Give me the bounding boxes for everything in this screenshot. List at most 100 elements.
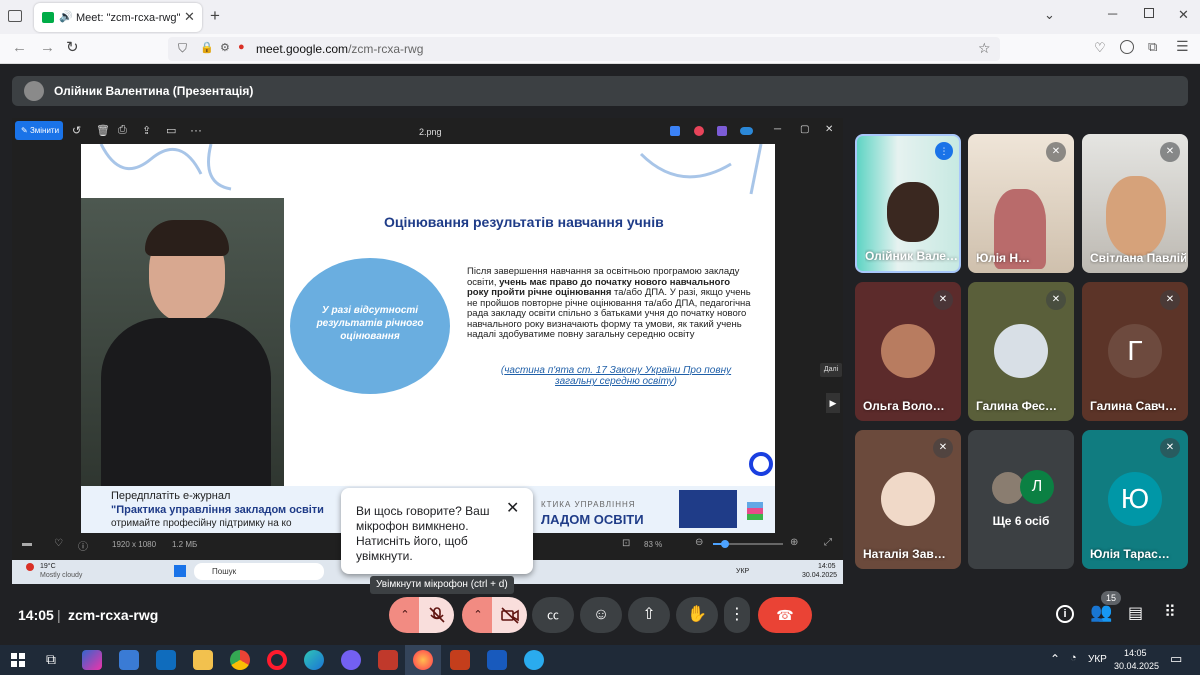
banner-right-2: ЛАДОМ ОСВІТИ (541, 512, 644, 527)
menu-icon[interactable]: ☰ (1176, 38, 1189, 55)
mic-toggle-button[interactable] (419, 597, 454, 633)
zoom-level[interactable]: 83 % (644, 540, 662, 549)
next-slide-button[interactable]: ▶ (826, 393, 840, 413)
fullscreen-icon[interactable]: ⤢ (824, 537, 832, 548)
app-icon-3[interactable] (717, 126, 727, 136)
browser-tab[interactable]: 🔊 Meet: "zcm-rcxa-rwg" ✕ (34, 3, 202, 32)
zoom-slider-thumb[interactable] (721, 540, 729, 548)
more-icon[interactable]: ··· (190, 123, 202, 137)
meeting-details-icon[interactable]: i (1056, 605, 1074, 623)
bookmark-star-icon[interactable]: ☆ (978, 40, 991, 57)
info-icon[interactable]: ⓘ (78, 538, 88, 553)
minimize-icon[interactable]: ─ (1108, 6, 1117, 21)
filmstrip-icon[interactable]: ▬ (22, 538, 32, 549)
lock-icon[interactable]: 🔒 (200, 41, 214, 54)
captions-button[interactable]: ㏄ (532, 597, 574, 633)
edit-button[interactable]: ✎ Змінити (15, 121, 63, 140)
restore-icon[interactable] (1144, 8, 1154, 18)
close-window-icon[interactable]: ✕ (1178, 7, 1189, 23)
participant-tile[interactable]: Г ✕ Галина Савч… (1082, 282, 1188, 421)
shield-icon[interactable]: ⛉ (178, 41, 187, 56)
account-icon[interactable] (1120, 40, 1134, 54)
mic-active-icon[interactable]: ● (238, 41, 245, 53)
viewer-maximize-icon[interactable]: ▢ (800, 124, 809, 135)
mic-off-icon: ✕ (933, 438, 953, 458)
people-icon[interactable]: 👥 (1090, 602, 1112, 623)
viber-icon[interactable] (341, 650, 361, 670)
weather-icon (26, 563, 34, 571)
participant-tile[interactable]: Ю ✕ Юлія Тарас… (1082, 430, 1188, 569)
participant-tile[interactable]: ✕ Наталія Зав… (855, 430, 961, 569)
app-icon-1[interactable] (670, 126, 680, 136)
tab-title: Meet: "zcm-rcxa-rwg" (76, 12, 181, 24)
file-explorer-icon[interactable] (193, 650, 213, 670)
fit-icon[interactable]: ⊡ (622, 538, 630, 549)
opera-icon[interactable] (267, 650, 287, 670)
tab-overflow-chevron-icon[interactable]: ⌄ (1044, 7, 1055, 23)
tray-chevron-icon[interactable]: ⌃ (1050, 652, 1060, 666)
meet-main: Олійник Валентина (Презентація) ✎ Змінит… (0, 64, 1200, 645)
windows-start-icon[interactable] (174, 565, 186, 577)
zoom-in-icon[interactable]: ⊕ (790, 537, 798, 548)
leave-call-button[interactable]: ☎ (758, 597, 812, 633)
share-icon[interactable]: ⇪ (142, 124, 151, 137)
participant-tile[interactable]: ✕ Світлана Павлій (1082, 134, 1188, 273)
task-view-icon[interactable]: ⧉ (46, 651, 56, 668)
forward-icon[interactable]: → (40, 39, 55, 56)
taskbar-lang[interactable]: УКР (1088, 654, 1107, 665)
slide-decoration (99, 144, 763, 195)
chrome-icon[interactable] (230, 650, 250, 670)
favorite-icon[interactable]: ♡ (54, 538, 63, 549)
app-icon-2[interactable] (694, 126, 704, 136)
tab-close-icon[interactable]: ✕ (184, 9, 195, 25)
tab-list-icon[interactable] (8, 10, 22, 22)
permissions-icon[interactable]: ⚙ (220, 41, 230, 54)
popup-close-icon[interactable]: ✕ (506, 498, 519, 518)
onedrive-icon[interactable] (740, 127, 753, 135)
copilot-icon[interactable] (82, 650, 102, 670)
viewer-close-icon[interactable]: ✕ (825, 124, 833, 135)
present-button[interactable]: ⇧ (628, 597, 670, 633)
zoom-out-icon[interactable]: ⊖ (695, 537, 703, 548)
participant-tile[interactable]: ✕ Юлія Н… (968, 134, 1074, 273)
notifications-icon[interactable]: ▭ (1170, 651, 1182, 667)
app-grid-icon[interactable] (378, 650, 398, 670)
telegram-icon[interactable] (524, 650, 544, 670)
camera-toggle-button[interactable] (492, 597, 527, 633)
outlook-icon[interactable] (156, 650, 176, 670)
video-options-button[interactable]: ⌃ (462, 597, 494, 633)
participant-tile[interactable]: Л Ще 6 осіб (968, 430, 1074, 569)
participant-tile[interactable]: ✕ Ольга Воло… (855, 282, 961, 421)
address-bar[interactable]: ⛉ 🔒 ⚙ ● meet.google.com/zcm-rcxa-rwg ☆ (168, 37, 1000, 61)
powerpoint-icon[interactable] (450, 650, 470, 670)
participant-tile[interactable]: ⋮ Олійник Вале… (855, 134, 961, 273)
back-icon[interactable]: ← (12, 39, 27, 56)
participant-tile[interactable]: ✕ Галина Фес… (968, 282, 1074, 421)
presenter-hair (145, 220, 229, 256)
delete-icon[interactable]: 🗑 (96, 124, 110, 137)
viewer-minimize-icon[interactable]: ─ (774, 124, 781, 135)
new-tab-icon[interactable]: + (210, 6, 220, 26)
store-icon[interactable] (119, 650, 139, 670)
network-icon[interactable]: ◔ (1070, 652, 1077, 664)
word-icon[interactable] (487, 650, 507, 670)
firefox-icon[interactable] (413, 650, 433, 670)
reload-icon[interactable]: ↻ (66, 38, 79, 56)
more-options-button[interactable]: ⋮ (724, 597, 750, 633)
print-icon[interactable]: ⎙ (118, 124, 127, 137)
reactions-button[interactable]: ☺ (580, 597, 622, 633)
rotate-icon[interactable]: ↺ (72, 124, 81, 137)
chat-icon[interactable]: ▤ (1128, 603, 1143, 623)
slideshow-icon[interactable]: ▭ (166, 124, 176, 137)
activities-icon[interactable]: ⠿ (1164, 602, 1176, 622)
start-icon[interactable] (11, 653, 25, 667)
raise-hand-button[interactable]: ✋ (676, 597, 718, 633)
taskbar-time[interactable]: 14:05 (1124, 648, 1147, 658)
zoom-slider[interactable] (713, 540, 783, 548)
speaker-icon[interactable]: 🔊 (59, 10, 73, 23)
pocket-icon[interactable]: ♡ (1094, 40, 1106, 56)
audio-options-button[interactable]: ⌃ (389, 597, 421, 633)
edge-icon[interactable] (304, 650, 324, 670)
taskbar-date[interactable]: 30.04.2025 (1114, 661, 1159, 671)
extensions-icon[interactable]: ⧉ (1148, 39, 1157, 55)
